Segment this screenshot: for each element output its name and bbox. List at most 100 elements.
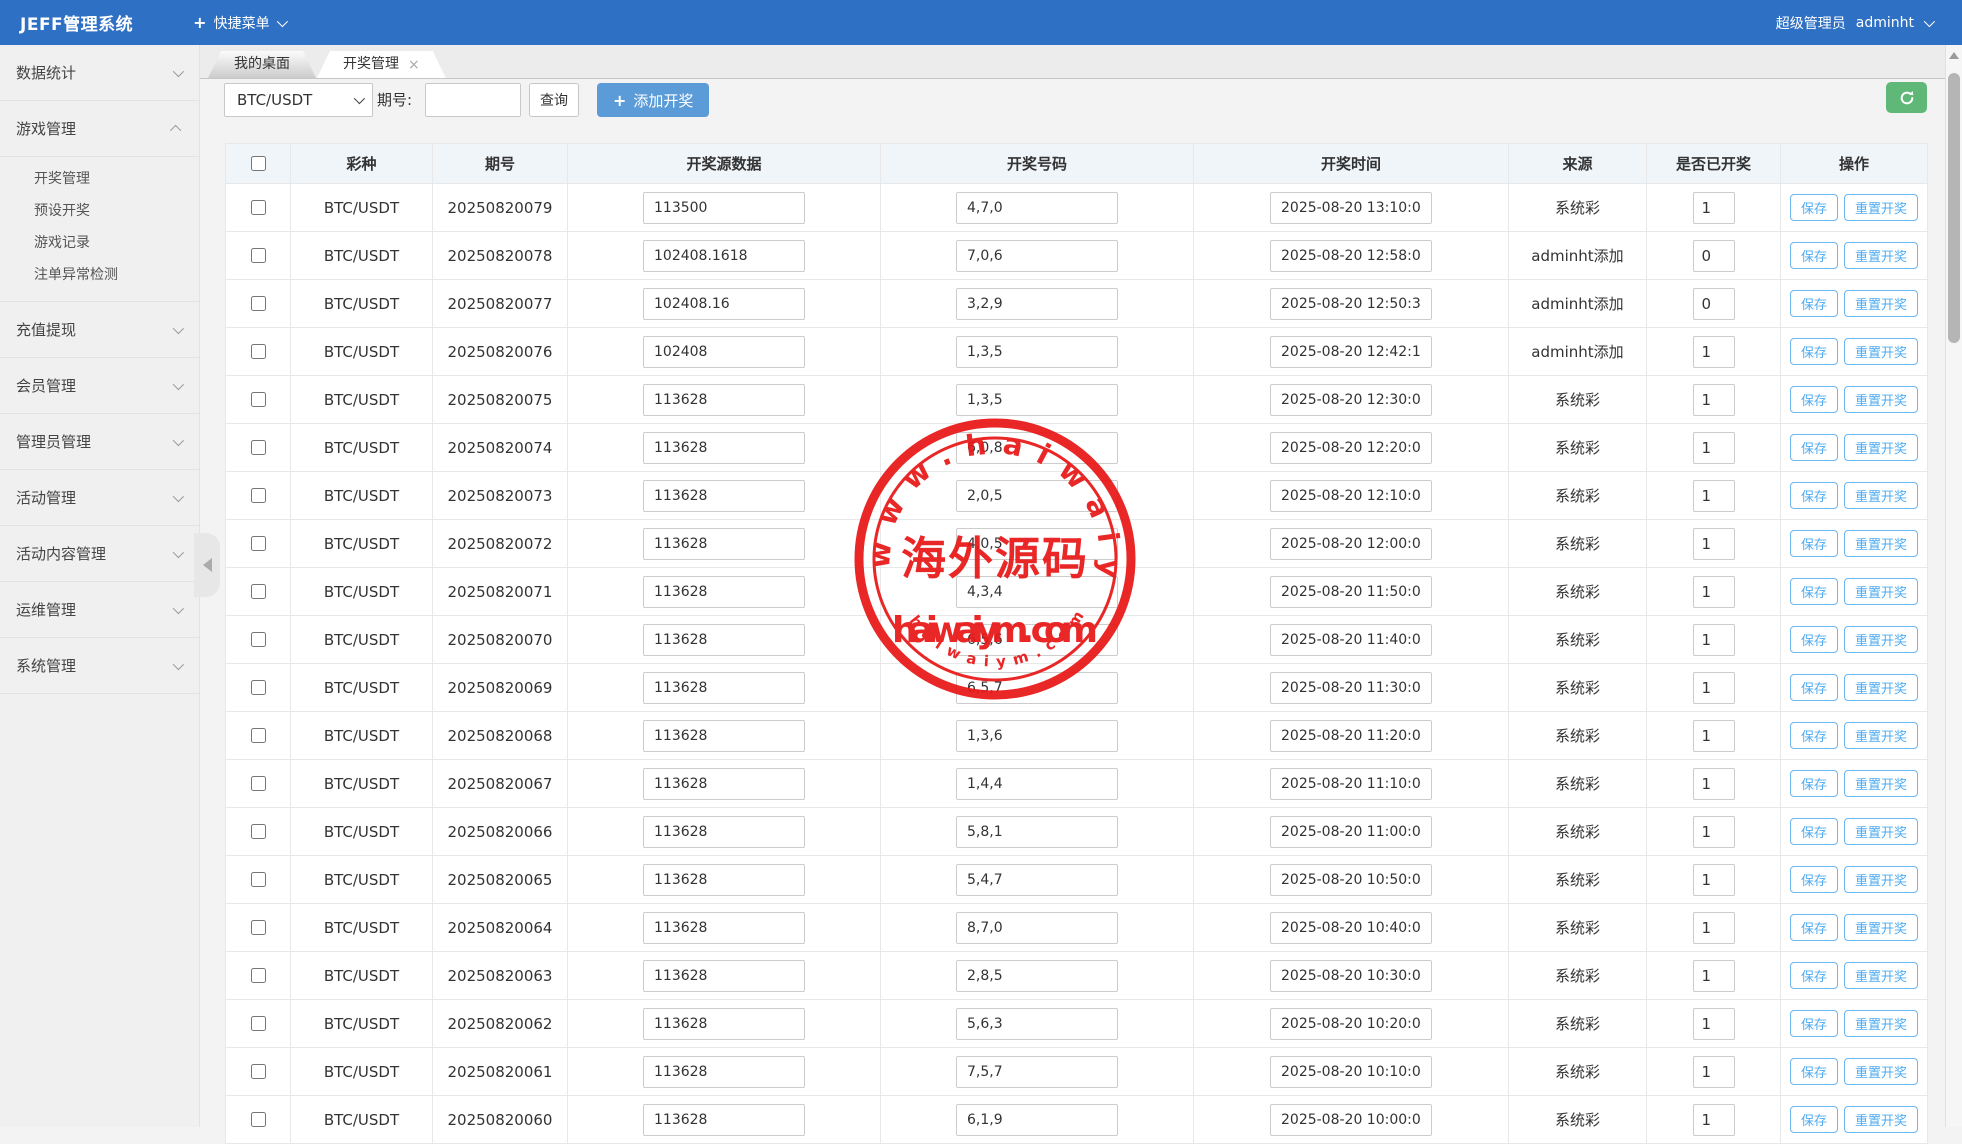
source-input[interactable] [643, 240, 805, 272]
row-checkbox[interactable] [251, 824, 266, 839]
numbers-input[interactable] [956, 864, 1118, 896]
sidebar-item[interactable]: 运维管理 [0, 582, 199, 638]
save-button[interactable]: 保存 [1790, 434, 1838, 461]
save-button[interactable]: 保存 [1790, 962, 1838, 989]
numbers-input[interactable] [956, 720, 1118, 752]
opened-input[interactable] [1693, 1056, 1735, 1088]
save-button[interactable]: 保存 [1790, 1010, 1838, 1037]
row-checkbox[interactable] [251, 200, 266, 215]
row-checkbox[interactable] [251, 776, 266, 791]
reset-draw-button[interactable]: 重置开奖 [1844, 290, 1918, 317]
row-checkbox[interactable] [251, 920, 266, 935]
row-checkbox[interactable] [251, 1016, 266, 1031]
source-input[interactable] [643, 816, 805, 848]
source-input[interactable] [643, 1008, 805, 1040]
numbers-input[interactable] [956, 1008, 1118, 1040]
source-input[interactable] [643, 576, 805, 608]
sidebar-item[interactable]: 活动内容管理 [0, 526, 199, 582]
sidebar-item[interactable]: 会员管理 [0, 358, 199, 414]
sidebar-item[interactable]: 管理员管理 [0, 414, 199, 470]
vertical-scrollbar[interactable] [1945, 45, 1962, 1127]
opened-input[interactable] [1693, 768, 1735, 800]
numbers-input[interactable] [956, 432, 1118, 464]
save-button[interactable]: 保存 [1790, 818, 1838, 845]
source-input[interactable] [643, 1056, 805, 1088]
row-checkbox[interactable] [251, 536, 266, 551]
reset-draw-button[interactable]: 重置开奖 [1844, 626, 1918, 653]
opened-input[interactable] [1693, 576, 1735, 608]
time-input[interactable] [1270, 528, 1432, 560]
sidebar-subitem[interactable]: 游戏记录 [0, 227, 199, 259]
numbers-input[interactable] [956, 192, 1118, 224]
sidebar-subitem[interactable]: 预设开奖 [0, 195, 199, 227]
save-button[interactable]: 保存 [1790, 242, 1838, 269]
scrollbar-thumb[interactable] [1948, 73, 1960, 343]
save-button[interactable]: 保存 [1790, 194, 1838, 221]
time-input[interactable] [1270, 720, 1432, 752]
row-checkbox[interactable] [251, 392, 266, 407]
source-input[interactable] [643, 480, 805, 512]
time-input[interactable] [1270, 960, 1432, 992]
close-icon[interactable]: × [408, 58, 420, 72]
save-button[interactable]: 保存 [1790, 914, 1838, 941]
reset-draw-button[interactable]: 重置开奖 [1844, 1106, 1918, 1133]
reset-draw-button[interactable]: 重置开奖 [1844, 722, 1918, 749]
time-input[interactable] [1270, 768, 1432, 800]
source-input[interactable] [643, 864, 805, 896]
save-button[interactable]: 保存 [1790, 1106, 1838, 1133]
opened-input[interactable] [1693, 960, 1735, 992]
save-button[interactable]: 保存 [1790, 290, 1838, 317]
numbers-input[interactable] [956, 240, 1118, 272]
reset-draw-button[interactable]: 重置开奖 [1844, 818, 1918, 845]
time-input[interactable] [1270, 864, 1432, 896]
save-button[interactable]: 保存 [1790, 866, 1838, 893]
reset-draw-button[interactable]: 重置开奖 [1844, 914, 1918, 941]
time-input[interactable] [1270, 816, 1432, 848]
source-input[interactable] [643, 528, 805, 560]
sidebar-item[interactable]: 充值提现 [0, 302, 199, 358]
opened-input[interactable] [1693, 672, 1735, 704]
sidebar-subitem[interactable]: 开奖管理 [0, 163, 199, 195]
save-button[interactable]: 保存 [1790, 1058, 1838, 1085]
refresh-button[interactable] [1886, 82, 1927, 113]
reset-draw-button[interactable]: 重置开奖 [1844, 386, 1918, 413]
time-input[interactable] [1270, 1008, 1432, 1040]
time-input[interactable] [1270, 432, 1432, 464]
source-input[interactable] [643, 960, 805, 992]
reset-draw-button[interactable]: 重置开奖 [1844, 674, 1918, 701]
add-draw-button[interactable]: + 添加开奖 [597, 83, 709, 117]
quick-menu-button[interactable]: + 快捷菜单 [193, 13, 284, 33]
save-button[interactable]: 保存 [1790, 530, 1838, 557]
row-checkbox[interactable] [251, 728, 266, 743]
reset-draw-button[interactable]: 重置开奖 [1844, 482, 1918, 509]
source-input[interactable] [643, 336, 805, 368]
source-input[interactable] [643, 768, 805, 800]
reset-draw-button[interactable]: 重置开奖 [1844, 242, 1918, 269]
opened-input[interactable] [1693, 624, 1735, 656]
numbers-input[interactable] [956, 288, 1118, 320]
row-checkbox[interactable] [251, 296, 266, 311]
reset-draw-button[interactable]: 重置开奖 [1844, 338, 1918, 365]
save-button[interactable]: 保存 [1790, 770, 1838, 797]
time-input[interactable] [1270, 384, 1432, 416]
reset-draw-button[interactable]: 重置开奖 [1844, 866, 1918, 893]
numbers-input[interactable] [956, 768, 1118, 800]
reset-draw-button[interactable]: 重置开奖 [1844, 434, 1918, 461]
reset-draw-button[interactable]: 重置开奖 [1844, 1058, 1918, 1085]
row-checkbox[interactable] [251, 440, 266, 455]
time-input[interactable] [1270, 672, 1432, 704]
sidebar-item[interactable]: 系统管理 [0, 638, 199, 694]
time-input[interactable] [1270, 1056, 1432, 1088]
numbers-input[interactable] [956, 624, 1118, 656]
reset-draw-button[interactable]: 重置开奖 [1844, 194, 1918, 221]
tab-my-desktop[interactable]: 我的桌面 [208, 51, 316, 78]
sidebar-subitem[interactable]: 注单异常检测 [0, 259, 199, 291]
opened-input[interactable] [1693, 1008, 1735, 1040]
sidebar-item[interactable]: 游戏管理 [0, 101, 199, 157]
numbers-input[interactable] [956, 912, 1118, 944]
save-button[interactable]: 保存 [1790, 386, 1838, 413]
save-button[interactable]: 保存 [1790, 722, 1838, 749]
time-input[interactable] [1270, 192, 1432, 224]
time-input[interactable] [1270, 1104, 1432, 1136]
save-button[interactable]: 保存 [1790, 626, 1838, 653]
